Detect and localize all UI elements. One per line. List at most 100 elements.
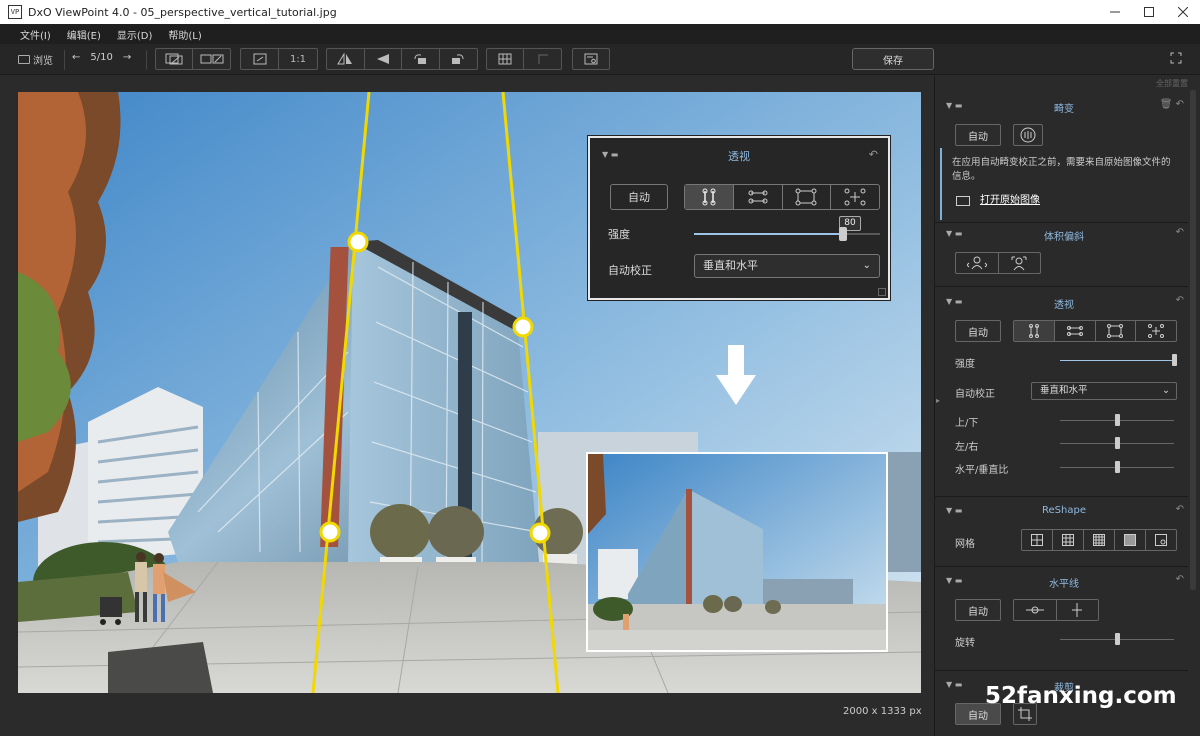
title-bar: VP DxO ViewPoint 4.0 - 05_perspective_ve… [0,0,1200,24]
grid-settings-button[interactable] [1146,530,1176,550]
left-right-label: 左/右 [955,442,979,453]
strength-slider-thumb[interactable] [838,227,847,241]
toolbar: 浏览 ← 5/10 → 1:1 保存 [0,44,1200,75]
save-button[interactable]: 保存 [852,48,934,70]
reshape-section: ▼ ▬ ReShape ↶ [940,501,1188,521]
grid-fill-button[interactable] [1115,530,1146,550]
menu-edit[interactable]: 编辑(E) [67,27,101,42]
grid-2x2-button[interactable] [1022,530,1053,550]
minimize-button[interactable] [1098,0,1132,24]
perspective-title: 透视 [1054,300,1074,311]
vertical-lines-icon [702,188,716,206]
strength-slider[interactable] [1060,354,1177,366]
horizontal-lines-icon [1066,326,1083,336]
vertical-line-button[interactable] [1057,600,1099,620]
browse-label: 浏览 [33,56,53,67]
volume-diagonal-button[interactable] [999,253,1041,273]
watermark: 52fanxing.com [985,683,1177,709]
auto-correct-select[interactable]: 垂直和水平 ⌄ [1031,382,1177,400]
zoom-100-button[interactable]: 1:1 [279,49,317,69]
fullscreen-button[interactable] [1170,52,1184,66]
collapse-panel-icon[interactable]: ▸ [936,396,940,405]
app-logo-icon: VP [8,5,22,19]
open-original-link[interactable]: 打开原始图像 [956,194,1040,208]
strength-label: 强度 [955,359,975,370]
rotate-slider-thumb[interactable] [1115,633,1120,645]
flip-vertical-button[interactable] [365,49,402,69]
person-corner-icon [1011,256,1027,271]
auto-correct-label: 自动校正 [955,389,995,400]
horizon-mode-group [1013,599,1099,621]
maximize-button[interactable] [1132,0,1166,24]
grid-4x4-button[interactable] [1084,530,1115,550]
folder-icon [18,55,30,64]
ratio-slider[interactable] [1060,461,1174,473]
horizon-auto-button[interactable]: 自动 [955,599,1001,621]
undo-icon[interactable]: ↶ [1176,574,1184,585]
browse-button[interactable]: 浏览 [18,52,53,67]
ratio-slider-thumb[interactable] [1115,461,1120,473]
eight-point-mode-button[interactable] [1136,321,1176,341]
rectangle-mode-button[interactable] [1096,321,1137,341]
side-by-side-icon [200,54,223,64]
guide-handle[interactable] [347,231,369,253]
distortion-lens-button[interactable] [1013,124,1043,146]
menu-help[interactable]: 帮助(L) [168,27,201,42]
up-down-slider[interactable] [1060,414,1174,426]
crop-preview-button[interactable] [524,49,561,69]
volume-mode-group [955,252,1041,274]
flip-horizontal-button[interactable] [327,49,365,69]
panel-scrollbar[interactable] [1190,90,1196,590]
zoom-group: 1:1 [240,48,318,70]
rectangle-icon [795,188,817,206]
chevron-down-icon: ⌄ [862,260,871,271]
rectangle-mode-button[interactable] [783,185,832,209]
flip-vertical-icon [376,54,389,64]
folder-icon [956,196,970,206]
guide-handle[interactable] [512,316,534,338]
auto-button[interactable]: 自动 [610,184,668,210]
rotate-right-button[interactable] [440,49,477,69]
before-after-button[interactable] [156,49,193,69]
next-image-button[interactable]: → [123,52,131,63]
side-by-side-button[interactable] [193,49,230,69]
fit-to-screen-button[interactable] [241,49,279,69]
left-right-slider[interactable] [1060,437,1174,449]
distortion-title: 畸变 [1054,104,1074,115]
grid-3x3-button[interactable] [1053,530,1084,550]
auto-correct-select[interactable]: 垂直和水平 ⌄ [694,254,880,278]
rotate-slider[interactable] [1060,633,1174,645]
distortion-auto-button[interactable]: 自动 [955,124,1001,146]
fullscreen-icon [1170,52,1182,64]
undo-icon[interactable]: ↶ [1176,227,1184,238]
perspective-auto-button[interactable]: 自动 [955,320,1001,342]
horizontal-mode-button[interactable] [1055,321,1096,341]
auto-correct-value: 垂直和水平 [1040,385,1088,396]
menu-view[interactable]: 显示(D) [117,27,153,42]
left-right-slider-thumb[interactable] [1115,437,1120,449]
undo-icon[interactable]: ↶ [1176,295,1184,306]
prev-image-button[interactable]: ← [72,52,80,63]
strength-slider[interactable] [694,227,880,241]
guide-handle[interactable] [529,522,551,544]
eight-point-mode-button[interactable] [831,185,879,209]
menu-file[interactable]: 文件(I) [20,27,51,42]
undo-icon[interactable]: ↶ [869,148,878,161]
horizontal-lines-mode-button[interactable] [734,185,783,209]
volume-horizontal-button[interactable] [956,253,999,273]
up-down-slider-thumb[interactable] [1115,414,1120,426]
rotate-left-button[interactable] [402,49,440,69]
vertical-mode-button[interactable] [1014,321,1055,341]
reshape-grid-group [1021,529,1177,551]
strength-slider-thumb[interactable] [1172,354,1177,366]
reset-all-button[interactable]: 全部重置 [1156,78,1188,89]
vertical-lines-mode-button[interactable] [685,185,734,209]
reshape-title: ReShape [1042,505,1086,516]
undo-icon[interactable]: 🗑 ↶ [1160,99,1184,110]
close-button[interactable] [1166,0,1200,24]
grid-button[interactable] [487,49,525,69]
export-settings-button[interactable] [573,49,609,69]
horizon-line-button[interactable] [1014,600,1057,620]
undo-icon[interactable]: ↶ [1176,504,1184,515]
guide-handle[interactable] [319,521,341,543]
